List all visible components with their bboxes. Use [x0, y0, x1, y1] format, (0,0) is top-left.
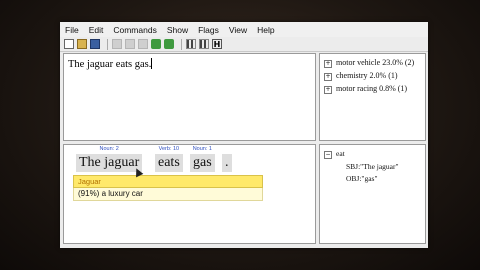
menu-edit[interactable]: Edit: [84, 25, 109, 35]
token-tag: Noun: 2: [99, 146, 119, 152]
cut-icon[interactable]: [112, 39, 122, 49]
menu-show[interactable]: Show: [162, 25, 193, 35]
token-word[interactable]: .: [222, 154, 232, 172]
category-label: motor racing 0.8% (1): [336, 84, 408, 93]
paste-icon[interactable]: [138, 39, 148, 49]
menu-file[interactable]: File: [60, 25, 84, 35]
menu-help[interactable]: Help: [252, 25, 279, 35]
frame-root-label: eat: [336, 149, 345, 158]
category-list: + motor vehicle 23.0% (2) + chemistry 2.0%…: [319, 53, 426, 141]
token-tag: Noun: 1: [192, 146, 212, 152]
expand-icon[interactable]: +: [324, 86, 332, 94]
run-icon[interactable]: [164, 39, 174, 49]
toolbar-separator: [181, 38, 182, 50]
menu-commands[interactable]: Commands: [108, 25, 161, 35]
copy-icon[interactable]: [125, 39, 135, 49]
text-caret: [151, 58, 153, 69]
category-label: chemistry 2.0% (1): [336, 71, 398, 80]
open-folder-icon[interactable]: [77, 39, 87, 49]
text-editor[interactable]: The jaguar eats gas.: [63, 53, 316, 141]
category-item[interactable]: + chemistry 2.0% (1): [324, 71, 398, 81]
app-window: File Edit Commands Show Flags View Help …: [60, 22, 428, 248]
expand-icon[interactable]: +: [324, 73, 332, 81]
menu-flags[interactable]: Flags: [193, 25, 224, 35]
token[interactable]: Noun: 2 The jaguar: [76, 145, 143, 172]
token-word[interactable]: gas: [190, 154, 215, 172]
expand-icon[interactable]: +: [324, 60, 332, 68]
analyze-icon[interactable]: [151, 39, 161, 49]
header-icon[interactable]: H: [212, 39, 222, 49]
token-tag: Verb: 10: [158, 146, 180, 152]
category-item[interactable]: + motor vehicle 23.0% (2): [324, 58, 414, 68]
category-item[interactable]: + motor racing 0.8% (1): [324, 84, 407, 94]
editor-content[interactable]: The jaguar eats gas.: [68, 58, 153, 70]
token[interactable]: Verb: 10 eats: [155, 145, 183, 172]
menu-view[interactable]: View: [224, 25, 252, 35]
frame-object[interactable]: OBJ:"gas": [346, 174, 378, 183]
save-icon[interactable]: [90, 39, 100, 49]
category-label: motor vehicle 23.0% (2): [336, 58, 415, 67]
token[interactable]: Noun: 1 gas: [190, 145, 215, 172]
sense-header: Jaguar: [73, 175, 263, 188]
menu-bar: File Edit Commands Show Flags View Help: [60, 22, 428, 37]
frame-root[interactable]: − eat: [324, 149, 345, 159]
token-tag: [222, 145, 232, 154]
new-document-icon[interactable]: [64, 39, 74, 49]
toolbar-separator: [107, 38, 108, 50]
collapse-icon[interactable]: −: [324, 151, 332, 159]
columns-icon[interactable]: [186, 39, 196, 49]
semantic-frame-tree: − eat SBJ:"The jaguar" OBJ:"gas": [319, 144, 426, 244]
editor-text: The jaguar eats gas.: [68, 59, 152, 70]
parse-view: Noun: 2 The jaguar Verb: 10 eats Noun: 1…: [63, 144, 316, 244]
frame-subject[interactable]: SBJ:"The jaguar": [346, 162, 399, 171]
token[interactable]: .: [222, 145, 232, 172]
toolbar: H: [60, 37, 428, 52]
sense-dropdown: Jaguar (91%) a luxury car: [73, 175, 263, 201]
bars-icon[interactable]: [199, 39, 209, 49]
sense-option[interactable]: (91%) a luxury car: [73, 188, 263, 201]
token-word[interactable]: eats: [155, 154, 183, 172]
